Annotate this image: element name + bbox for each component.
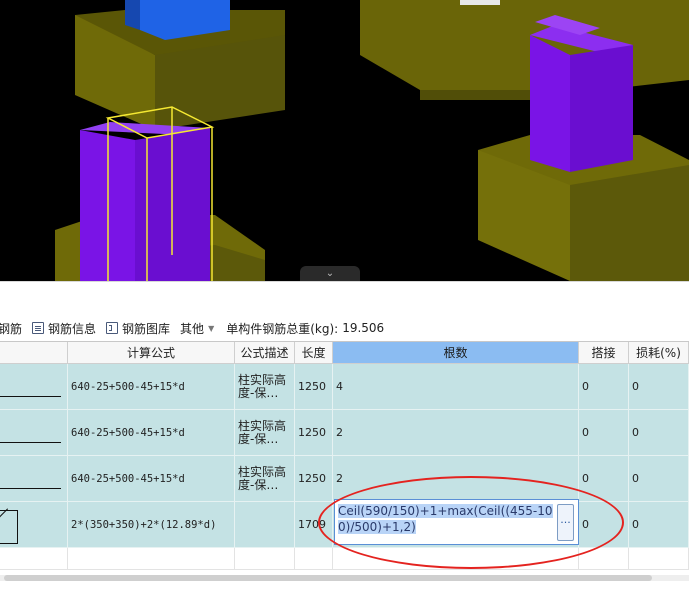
toolbar-rebar-label: 钢筋 (0, 321, 23, 336)
count-cell[interactable]: 2 (333, 456, 579, 502)
formula-cell[interactable]: 640-25+500-45+15*d (68, 364, 235, 410)
formula-cell[interactable]: 2*(350+350)+2*(12.89*d) (68, 502, 235, 548)
scrollbar-thumb[interactable] (4, 575, 652, 581)
table-row[interactable]: 640-25+500-45+15*d 柱实际高度-保… 1250 2 0 0 (0, 410, 689, 456)
table-row[interactable] (0, 548, 689, 570)
toolbar-rebar-button[interactable]: 钢筋 (0, 320, 22, 337)
desc-cell[interactable]: 柱实际高度-保… (235, 456, 295, 502)
length-cell[interactable]: 1250 (295, 410, 333, 456)
toolbar-rebar-info-button[interactable]: 钢筋信息 (32, 320, 96, 337)
toolbar-rebar-info-label: 钢筋信息 (48, 321, 97, 336)
length-cell[interactable]: 1250 (295, 456, 333, 502)
panel-splitter[interactable] (0, 281, 689, 316)
loss-cell[interactable]: 0 (629, 410, 689, 456)
toolbar-rebar-library-button[interactable]: 钢筋图库 (106, 320, 170, 337)
splice-cell[interactable]: 0 (579, 364, 629, 410)
empty-cell[interactable] (629, 548, 689, 570)
shape-cell (0, 502, 68, 548)
desc-cell[interactable]: 柱实际高度-保… (235, 364, 295, 410)
loss-cell[interactable]: 0 (629, 456, 689, 502)
rebar-shape-icon (0, 488, 61, 489)
formula-cell[interactable]: 640-25+500-45+15*d (68, 410, 235, 456)
empty-cell[interactable] (333, 548, 579, 570)
toolbar-rebar-library-label: 钢筋图库 (122, 321, 171, 336)
rebar-shape-icon (0, 442, 61, 443)
collapse-panel-handle[interactable]: ⌄ (300, 266, 360, 281)
splice-cell[interactable]: 0 (579, 502, 629, 548)
shape-cell (0, 364, 68, 410)
model-3d-viewport[interactable]: ⌄ (0, 0, 689, 281)
empty-cell[interactable] (235, 548, 295, 570)
header-length[interactable]: 长度 (295, 342, 333, 364)
desc-cell[interactable] (235, 502, 295, 548)
desc-cell[interactable]: 柱实际高度-保… (235, 410, 295, 456)
header-count[interactable]: 根数 (333, 342, 579, 364)
rebar-info-icon (32, 322, 45, 334)
model-scene (55, 0, 689, 281)
empty-cell[interactable] (295, 548, 333, 570)
length-cell[interactable]: 1250 (295, 364, 333, 410)
length-cell[interactable]: 1709 (295, 502, 333, 548)
formula-expand-button[interactable]: ... (557, 504, 574, 541)
empty-cell (0, 548, 68, 570)
count-formula-editor[interactable]: Ceil(590/150)+1+max(Ceil((455-100)/500)+… (334, 499, 579, 545)
formula-cell[interactable]: 640-25+500-45+15*d (68, 456, 235, 502)
splice-cell[interactable]: 0 (579, 410, 629, 456)
total-weight-label: 单构件钢筋总重(kg): (226, 321, 339, 336)
chevron-down-icon: ⌄ (325, 268, 335, 279)
toolbar-other-dropdown[interactable]: 其他 ▼ (180, 320, 214, 337)
count-cell[interactable]: 4 (333, 364, 579, 410)
stirrup-shape-icon (0, 510, 18, 544)
table-row[interactable]: 640-25+500-45+15*d 柱实际高度-保… 1250 4 0 0 (0, 364, 689, 410)
rebar-toolbar: 钢筋 钢筋信息 钢筋图库 其他 ▼ 单构件钢筋总重(kg): 19.506 (0, 316, 689, 340)
count-formula-input[interactable] (338, 503, 552, 541)
table-row[interactable]: 640-25+500-45+15*d 柱实际高度-保… 1250 2 0 0 (0, 456, 689, 502)
total-weight-value: 19.506 (342, 321, 385, 335)
header-loss[interactable]: 损耗(%) (629, 342, 689, 364)
shape-cell (0, 410, 68, 456)
count-cell[interactable]: 2 (333, 410, 579, 456)
dropdown-icon: ▼ (208, 323, 215, 333)
loss-cell[interactable]: 0 (629, 502, 689, 548)
rebar-library-icon (106, 322, 119, 334)
shape-cell (0, 456, 68, 502)
rebar-shape-icon (0, 396, 61, 397)
empty-cell[interactable] (579, 548, 629, 570)
header-shape[interactable] (0, 342, 68, 364)
horizontal-scrollbar[interactable] (0, 571, 689, 590)
header-formula-desc[interactable]: 公式描述 (235, 342, 295, 364)
header-formula[interactable]: 计算公式 (68, 342, 235, 364)
splice-cell[interactable]: 0 (579, 456, 629, 502)
loss-cell[interactable]: 0 (629, 364, 689, 410)
toolbar-other-label: 其他 (180, 321, 205, 336)
empty-cell[interactable] (68, 548, 235, 570)
header-splice[interactable]: 搭接 (579, 342, 629, 364)
